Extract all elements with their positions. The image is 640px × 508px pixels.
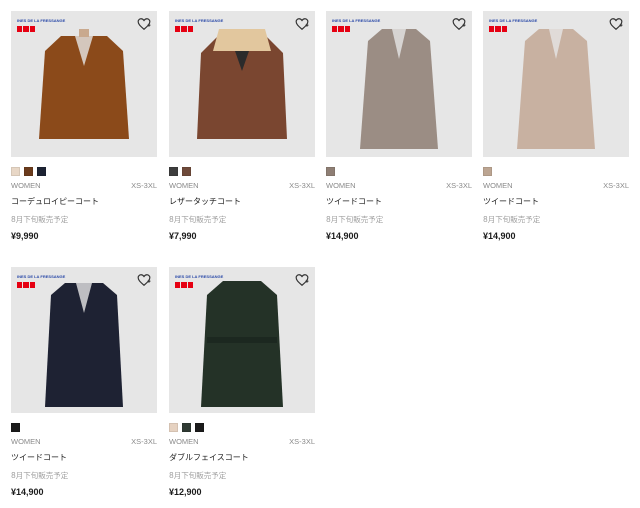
brand-text: INES DE LA FRESSANGE [17,274,66,279]
release-note: 8月下旬販売予定 [169,471,227,480]
color-swatch[interactable] [182,167,191,176]
product-name[interactable]: ツイードコート [11,452,157,463]
brand-logo [175,26,193,32]
gender-label: WOMEN [11,181,41,190]
brand-tag: INES DE LA FRESSANGE [17,274,65,288]
brand-text: INES DE LA FRESSANGE [17,18,66,23]
product-name[interactable]: ツイードコート [326,196,472,207]
gender-label: WOMEN [483,181,513,190]
size-range: XS-3XL [446,181,472,190]
coat-illustration [197,29,287,139]
brand-logo [175,282,193,288]
product-card[interactable]: INES DE LA FRESSANGE WOMEN XS-3XL ツイードコート… [11,267,157,497]
brand-text: INES DE LA FRESSANGE [175,274,224,279]
size-range: XS-3XL [289,181,315,190]
size-range: XS-3XL [289,437,315,446]
product-image[interactable]: INES DE LA FRESSANGE [11,11,157,157]
favorite-heart-icon[interactable] [452,17,466,31]
color-swatches [483,167,629,176]
release-note: 8月下旬販売予定 [11,215,69,224]
color-swatch[interactable] [483,167,492,176]
color-swatches [326,167,472,176]
brand-tag: INES DE LA FRESSANGE [175,274,223,288]
color-swatch[interactable] [37,167,46,176]
product-price: ¥14,900 [326,231,359,241]
brand-tag: INES DE LA FRESSANGE [175,18,223,32]
coat-illustration [45,283,123,407]
size-range: XS-3XL [131,437,157,446]
favorite-heart-icon[interactable] [609,17,623,31]
brand-logo [489,26,507,32]
color-swatches [169,423,315,432]
size-range: XS-3XL [131,181,157,190]
release-note: 8月下旬販売予定 [326,215,384,224]
brand-logo [17,26,35,32]
product-card[interactable]: INES DE LA FRESSANGE WOMEN XS-3XL ツイードコート… [326,11,472,241]
product-card[interactable]: INES DE LA FRESSANGE WOMEN XS-3XL レザータッチコ… [169,11,315,241]
brand-logo [332,26,350,32]
brand-text: INES DE LA FRESSANGE [175,18,224,23]
color-swatch[interactable] [169,167,178,176]
favorite-heart-icon[interactable] [295,17,309,31]
color-swatches [169,167,315,176]
release-note: 8月下旬販売予定 [169,215,227,224]
product-name[interactable]: コーデュロイピーコート [11,196,157,207]
color-swatches [11,167,157,176]
product-card[interactable]: INES DE LA FRESSANGE WOMEN XS-3XL コーデュロイピ… [11,11,157,241]
gender-label: WOMEN [326,181,356,190]
color-swatch[interactable] [11,167,20,176]
brand-tag: INES DE LA FRESSANGE [17,18,65,32]
product-image[interactable]: INES DE LA FRESSANGE [483,11,629,157]
favorite-heart-icon[interactable] [137,273,151,287]
brand-tag: INES DE LA FRESSANGE [332,18,380,32]
product-name[interactable]: ダブルフェイスコート [169,452,315,463]
favorite-heart-icon[interactable] [295,273,309,287]
coat-illustration [517,29,595,149]
color-swatch[interactable] [24,167,33,176]
color-swatch[interactable] [169,423,178,432]
product-image[interactable]: INES DE LA FRESSANGE [11,267,157,413]
brand-text: INES DE LA FRESSANGE [489,18,538,23]
product-price: ¥7,990 [169,231,197,241]
product-card[interactable]: INES DE LA FRESSANGE WOMEN XS-3XL ダブルフェイス… [169,267,315,497]
gender-label: WOMEN [169,181,199,190]
size-range: XS-3XL [603,181,629,190]
release-note: 8月下旬販売予定 [483,215,541,224]
coat-illustration [39,29,129,139]
product-name[interactable]: ツイードコート [483,196,629,207]
color-swatch[interactable] [182,423,191,432]
product-card[interactable]: INES DE LA FRESSANGE WOMEN XS-3XL ツイードコート… [483,11,629,241]
gender-label: WOMEN [11,437,41,446]
coat-illustration [201,281,283,407]
brand-tag: INES DE LA FRESSANGE [489,18,537,32]
brand-text: INES DE LA FRESSANGE [332,18,381,23]
product-price: ¥14,900 [11,487,44,497]
release-note: 8月下旬販売予定 [11,471,69,480]
product-image[interactable]: INES DE LA FRESSANGE [326,11,472,157]
color-swatch[interactable] [195,423,204,432]
product-image[interactable]: INES DE LA FRESSANGE [169,267,315,413]
color-swatches [11,423,157,432]
product-name[interactable]: レザータッチコート [169,196,315,207]
product-price: ¥14,900 [483,231,516,241]
favorite-heart-icon[interactable] [137,17,151,31]
coat-illustration [360,29,438,149]
gender-label: WOMEN [169,437,199,446]
color-swatch[interactable] [11,423,20,432]
color-swatch[interactable] [326,167,335,176]
product-image[interactable]: INES DE LA FRESSANGE [169,11,315,157]
product-price: ¥12,900 [169,487,202,497]
brand-logo [17,282,35,288]
product-price: ¥9,990 [11,231,39,241]
